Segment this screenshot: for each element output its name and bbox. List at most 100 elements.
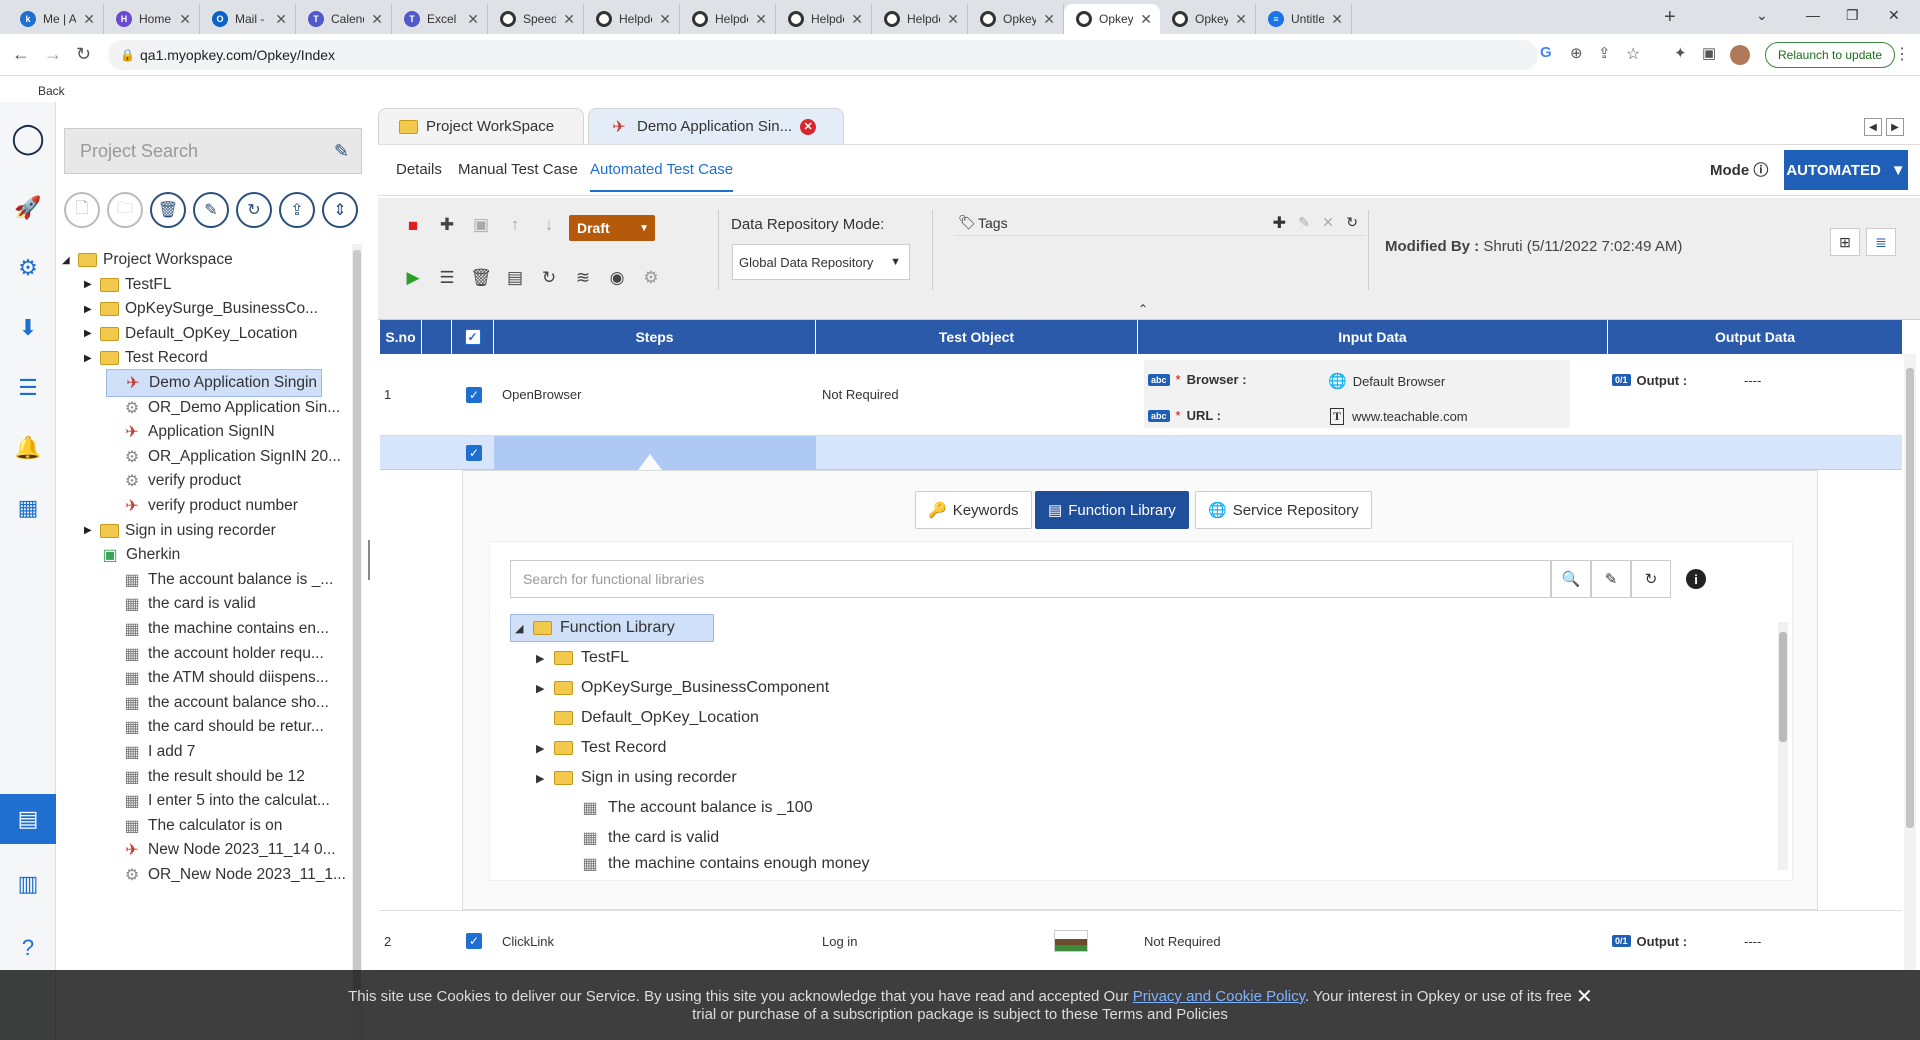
- refresh-icon[interactable]: ↻: [1631, 560, 1671, 598]
- project-search-input[interactable]: Project Search ✎: [64, 128, 362, 174]
- row-step[interactable]: ClickLink: [502, 911, 554, 971]
- restore-icon[interactable]: ❐: [1846, 7, 1859, 24]
- upload-icon[interactable]: ⇪: [279, 192, 315, 228]
- close-tab-icon[interactable]: ✕: [1235, 11, 1247, 28]
- help-icon[interactable]: ?: [14, 934, 42, 962]
- row-test-object[interactable]: Not Required: [822, 354, 899, 435]
- select-all-checkbox[interactable]: ✓: [464, 329, 481, 345]
- close-tab-icon[interactable]: ✕: [1140, 11, 1152, 28]
- expand-arrow-icon[interactable]: ▶: [536, 682, 546, 695]
- tab-demo-application[interactable]: ✈ Demo Application Sin... ✕: [588, 108, 844, 144]
- expanded-arrow-icon[interactable]: ◢: [62, 255, 72, 266]
- tree-node[interactable]: ▶ Sign in using recorder: [536, 764, 737, 792]
- tree-node[interactable]: ▶ Test Record: [536, 734, 666, 762]
- splitter-handle[interactable]: [368, 540, 374, 580]
- expand-arrow-icon[interactable]: ▶: [84, 525, 94, 536]
- reload-icon[interactable]: ↻: [76, 44, 91, 65]
- report-icon[interactable]: ▥: [14, 870, 42, 898]
- browser-tab[interactable]: H Home | M ✕: [104, 4, 200, 34]
- expand-arrow-icon[interactable]: ▶: [536, 772, 546, 785]
- function-library-search-input[interactable]: Search for functional libraries: [510, 560, 1551, 598]
- close-tab-icon[interactable]: ✕: [659, 11, 671, 28]
- sync-icon[interactable]: ↻: [538, 268, 560, 288]
- new-step-row[interactable]: ✓: [380, 436, 1902, 470]
- input-value[interactable]: Default Browser: [1353, 374, 1445, 389]
- row-test-object[interactable]: Log in: [822, 911, 857, 971]
- expand-arrow-icon[interactable]: ▶: [536, 742, 546, 755]
- google-icon[interactable]: G: [1540, 44, 1552, 61]
- function-library-button[interactable]: ▤ Function Library: [1035, 491, 1189, 529]
- sort-icon[interactable]: ⇕: [322, 192, 358, 228]
- tab-search-icon[interactable]: ⌄: [1756, 7, 1768, 24]
- mode-dropdown[interactable]: AUTOMATED ▼: [1784, 150, 1908, 190]
- refresh-tags-icon[interactable]: ↻: [1346, 214, 1358, 231]
- browser-tab[interactable]: Speed up ✕: [488, 4, 584, 34]
- close-tab-icon[interactable]: ✕: [275, 11, 287, 28]
- browser-tab[interactable]: Opkey ✕: [1064, 4, 1160, 34]
- tab-scroll-left-icon[interactable]: ◀: [1864, 118, 1882, 136]
- tree-node[interactable]: Default_OpKey_Location: [536, 704, 759, 732]
- browser-tab[interactable]: T Calendar ✕: [296, 4, 392, 34]
- info-icon[interactable]: i: [1686, 569, 1706, 589]
- delete-icon[interactable]: 🗑: [150, 192, 186, 228]
- back-arrow-icon[interactable]: ←: [12, 44, 30, 65]
- collapse-toolbar-icon[interactable]: ⌃: [1138, 302, 1148, 316]
- back-link[interactable]: Back: [0, 76, 1920, 102]
- expand-arrow-icon[interactable]: ▶: [536, 652, 546, 665]
- bell-icon[interactable]: 🔔: [14, 434, 42, 462]
- close-tab-icon[interactable]: ✕: [947, 11, 959, 28]
- grid-scrollbar[interactable]: [1904, 354, 1916, 972]
- list-icon[interactable]: ☰: [14, 374, 42, 402]
- search-icon[interactable]: 🔍: [1551, 560, 1591, 598]
- expand-arrow-icon[interactable]: ▶: [84, 353, 94, 364]
- close-tab-icon[interactable]: ✕: [1331, 11, 1343, 28]
- relaunch-button[interactable]: Relaunch to update: [1765, 42, 1896, 68]
- test-case-editor-icon[interactable]: ▤: [0, 794, 56, 844]
- input-value[interactable]: Not Required: [1144, 911, 1221, 971]
- library-scrollbar[interactable]: [1778, 622, 1788, 870]
- tab-scroll-right-icon[interactable]: ▶: [1886, 118, 1904, 136]
- settings-gears-icon[interactable]: ⚙: [14, 254, 42, 282]
- clear-search-icon[interactable]: ✎: [1591, 560, 1631, 598]
- tab-details[interactable]: Details: [396, 161, 442, 178]
- bookmark-star-icon[interactable]: ☆: [1626, 44, 1640, 64]
- data-repository-select[interactable]: Global Data Repository ▼: [732, 244, 910, 280]
- table-row[interactable]: 1 ✓ OpenBrowser Not Required abc * Browser…: [380, 354, 1902, 436]
- close-tab-icon[interactable]: ✕: [467, 11, 479, 28]
- minimize-icon[interactable]: —: [1806, 7, 1820, 23]
- more-menu-icon[interactable]: ⋮: [1894, 44, 1910, 64]
- tree-node[interactable]: ▦ the machine contains enough money: [562, 854, 869, 874]
- add-step-icon[interactable]: ✚: [436, 215, 458, 235]
- browser-tab[interactable]: Opkey La ✕: [968, 4, 1064, 34]
- extensions-icon[interactable]: ✦: [1674, 44, 1687, 62]
- eye-icon[interactable]: ◉: [606, 268, 628, 288]
- browser-tab[interactable]: T Excel | M ✕: [392, 4, 488, 34]
- apps-grid-icon[interactable]: ▦: [14, 494, 42, 522]
- browser-tab[interactable]: k Me | Atte ✕: [8, 4, 104, 34]
- browser-tab[interactable]: Helpdesk ✕: [680, 4, 776, 34]
- tree-node[interactable]: ▦ The account balance is _100: [562, 794, 812, 822]
- row-checkbox[interactable]: ✓: [466, 386, 482, 403]
- close-icon[interactable]: ✕: [1576, 987, 1593, 1007]
- move-up-icon[interactable]: ↑: [504, 215, 526, 235]
- tree-node[interactable]: ▶ OpKeySurge_BusinessComponent: [536, 674, 829, 702]
- profile-avatar[interactable]: [1730, 45, 1750, 65]
- privacy-policy-link[interactable]: Privacy and Cookie Policy: [1133, 988, 1305, 1005]
- row-checkbox[interactable]: ✓: [466, 933, 482, 949]
- edit-icon[interactable]: ✎: [193, 192, 229, 228]
- trash-icon[interactable]: 🗑: [470, 268, 492, 288]
- record-icon[interactable]: ■: [402, 216, 424, 236]
- tree-node[interactable]: ▦ the card is valid: [562, 824, 719, 852]
- download-icon[interactable]: ⬇: [14, 314, 42, 342]
- expanded-arrow-icon[interactable]: ◢: [515, 622, 525, 635]
- refresh-icon[interactable]: ↻: [236, 192, 272, 228]
- tags-field[interactable]: 🏷 Tags ✚ ✎ ✕ ↻: [954, 210, 1366, 236]
- url-field[interactable]: 🔒 qa1.myopkey.com/Opkey/Index: [108, 40, 1538, 70]
- close-tab-icon[interactable]: ✕: [1043, 11, 1055, 28]
- service-repository-button[interactable]: 🌐 Service Repository: [1195, 491, 1372, 529]
- eraser-icon[interactable]: ✎: [334, 141, 349, 162]
- browser-tab[interactable]: Helpdesk ✕: [776, 4, 872, 34]
- run-icon[interactable]: ▶: [402, 268, 424, 288]
- browser-tab[interactable]: Helpdesk ✕: [872, 4, 968, 34]
- steps-list-icon[interactable]: ☰: [436, 268, 458, 288]
